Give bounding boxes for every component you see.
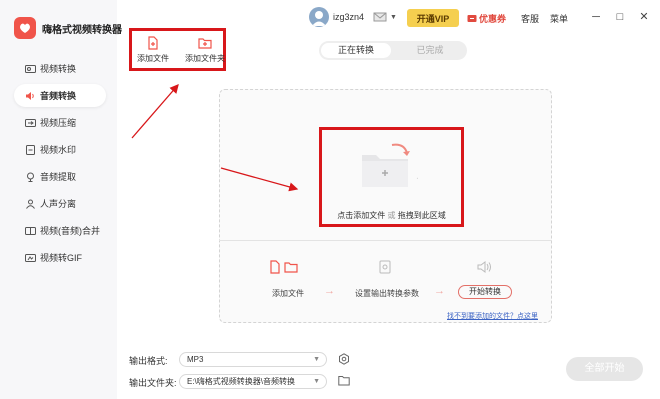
video-compress-icon	[24, 117, 36, 129]
format-settings-icon[interactable]	[338, 353, 350, 367]
sidebar: 嗨格式视频转换器 视频转换 音频转换 视频压缩 视频水印 音频提取 人声分离 视…	[0, 0, 122, 399]
add-folder-icon	[284, 262, 298, 273]
drop-zone-divider	[219, 240, 552, 241]
sidebar-item-label: 音频转换	[40, 91, 77, 101]
app-title: 嗨格式视频转换器	[42, 24, 122, 36]
add-file-button[interactable]: 添加文件	[133, 36, 173, 64]
sidebar-item-gif[interactable]: 视频转GIF	[14, 246, 106, 269]
sidebar-item-audio-extract[interactable]: 音频提取	[14, 165, 106, 188]
sidebar-item-label: 视频压缩	[40, 118, 77, 128]
avatar[interactable]	[309, 7, 329, 27]
start-all-button[interactable]: 全部开始	[566, 357, 643, 381]
output-folder-value: E:\嗨格式视频转换器\音频转换	[187, 377, 296, 386]
output-format-value: MP3	[187, 355, 204, 364]
username[interactable]: izg3zn4	[333, 12, 364, 22]
sidebar-item-vocal-separate[interactable]: 人声分离	[14, 192, 106, 215]
coupon-icon	[467, 15, 477, 22]
sidebar-item-label: 视频水印	[40, 145, 77, 155]
chevron-down-icon: ▼	[313, 356, 320, 363]
step-add-file-label: 添加文件	[272, 289, 304, 298]
chevron-down-icon[interactable]: ▼	[390, 14, 397, 21]
drop-highlight-box	[319, 127, 464, 227]
sidebar-item-audio-convert[interactable]: 音频转换	[14, 84, 106, 107]
step-arrow-1: →	[324, 285, 335, 297]
sidebar-item-merge[interactable]: 视频(音频)合并	[14, 219, 106, 242]
add-file-icon	[148, 36, 158, 50]
add-file-label: 添加文件	[137, 54, 169, 63]
tab-converting[interactable]: 正在转换	[321, 43, 391, 58]
step-add-file-icons	[268, 260, 299, 276]
message-icon[interactable]	[372, 9, 388, 27]
audio-convert-icon	[24, 90, 36, 102]
vip-button[interactable]: 开通VIP	[407, 9, 459, 27]
gif-icon	[24, 252, 36, 264]
sidebar-item-label: 音频提取	[40, 172, 77, 182]
app-header: 嗨格式视频转换器	[14, 17, 122, 39]
minimize-icon[interactable]: ─	[589, 10, 603, 24]
vocal-separate-icon	[24, 198, 36, 210]
step-settings-label: 设置输出转换参数	[355, 289, 419, 298]
maximize-icon[interactable]: □	[613, 10, 627, 24]
output-folder-label: 输出文件夹:	[129, 378, 177, 388]
sidebar-item-label: 人声分离	[40, 199, 77, 209]
app-logo-icon	[14, 17, 36, 39]
step-arrow-2: →	[434, 285, 445, 297]
sidebar-item-video-compress[interactable]: 视频压缩	[14, 111, 106, 134]
add-folder-icon	[198, 38, 212, 49]
sidebar-item-video-convert[interactable]: 视频转换	[14, 57, 106, 80]
coupon-label: 优惠券	[479, 14, 507, 24]
video-convert-icon	[24, 63, 36, 75]
folder-open-icon[interactable]	[338, 375, 350, 388]
start-convert-button[interactable]: 开始转换	[458, 285, 512, 299]
app-window: 嗨格式视频转换器 视频转换 音频转换 视频压缩 视频水印 音频提取 人声分离 视…	[0, 0, 660, 399]
help-link[interactable]: 找不到要添加的文件？点这里	[447, 311, 538, 321]
chevron-down-icon: ▼	[313, 378, 320, 385]
sidebar-item-video-watermark[interactable]: 视频水印	[14, 138, 106, 161]
add-folder-label: 添加文件夹	[185, 54, 225, 63]
output-format-label: 输出格式:	[129, 356, 168, 366]
audio-icon	[477, 260, 493, 276]
service-button[interactable]: 客服	[521, 12, 539, 25]
annotation-arrow-toolbar	[131, 84, 179, 139]
add-file-icon	[270, 260, 280, 274]
sidebar-nav: 视频转换 音频转换 视频压缩 视频水印 音频提取 人声分离 视频(音频)合并 视…	[14, 57, 106, 273]
video-watermark-icon	[24, 144, 36, 156]
sidebar-item-label: 视频转GIF	[40, 253, 82, 263]
close-icon[interactable]: ✕	[637, 10, 651, 24]
add-folder-button[interactable]: 添加文件夹	[185, 36, 225, 64]
merge-icon	[24, 225, 36, 237]
settings-icon	[378, 260, 392, 276]
coupon-button[interactable]: 优惠券	[467, 12, 506, 25]
status-tabs: 正在转换 已完成	[319, 41, 467, 60]
output-format-select[interactable]: MP3 ▼	[179, 352, 327, 367]
menu-button[interactable]: 菜单	[550, 12, 568, 25]
sidebar-item-label: 视频转换	[40, 64, 77, 74]
output-folder-select[interactable]: E:\嗨格式视频转换器\音频转换 ▼	[179, 374, 327, 389]
sidebar-item-label: 视频(音频)合并	[40, 226, 100, 236]
tab-completed[interactable]: 已完成	[395, 43, 465, 58]
audio-extract-icon	[24, 171, 36, 183]
